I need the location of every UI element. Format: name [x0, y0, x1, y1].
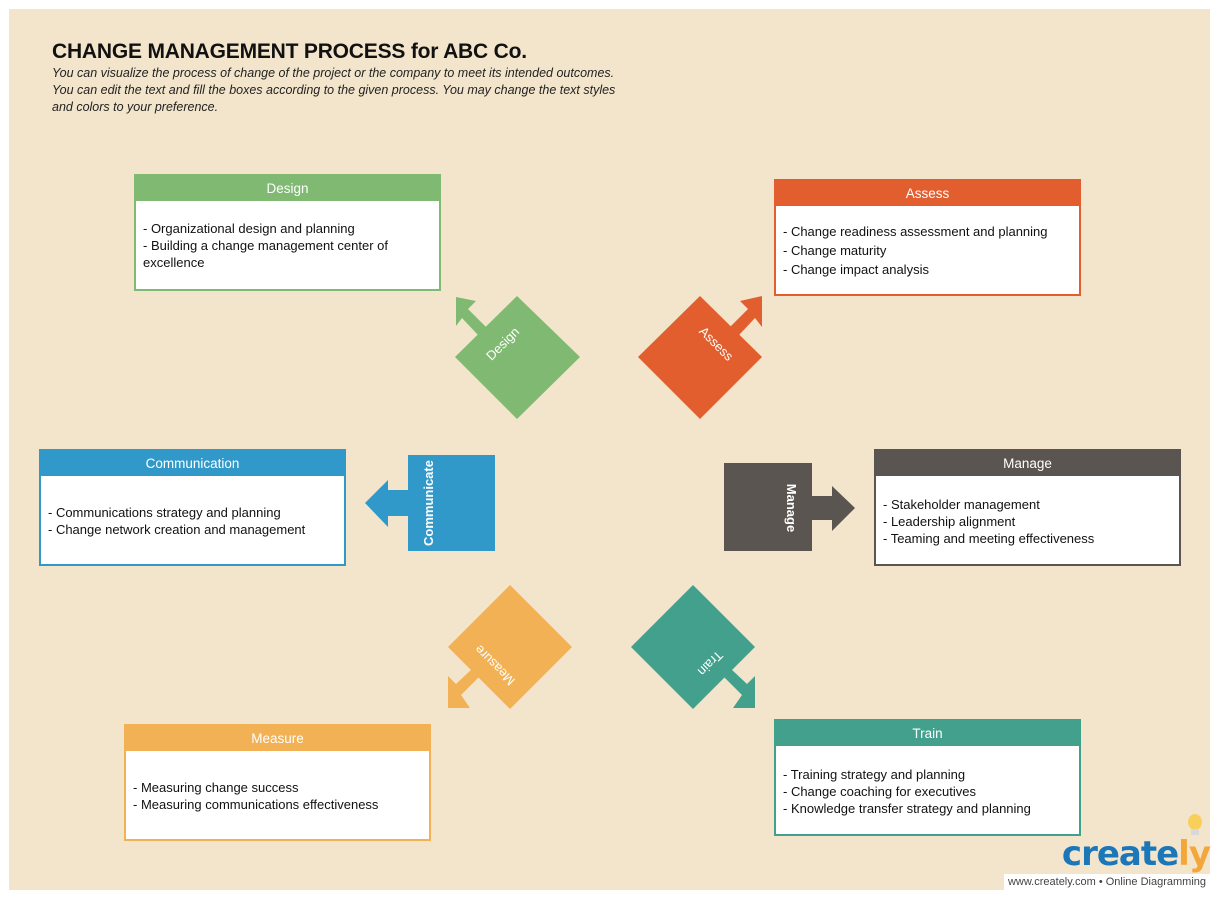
communicate-arrow-icon — [365, 480, 408, 527]
measure-card-title: Measure — [126, 726, 429, 751]
list-item: - Change impact analysis — [783, 262, 929, 277]
train-arrow-icon — [724, 669, 755, 708]
list-item: - Knowledge transfer strategy and planni… — [783, 801, 1031, 816]
list-item: - Change maturity — [783, 243, 887, 258]
measure-card[interactable]: Measure - Measuring change success - Mea… — [124, 724, 431, 841]
list-item: - Training strategy and planning — [783, 767, 966, 782]
manage-arrow-icon — [812, 486, 855, 531]
list-item: - Stakeholder management — [883, 497, 1040, 512]
manage-card-title: Manage — [876, 451, 1179, 476]
assess-arrow-icon — [730, 296, 762, 335]
list-item: - Measuring communications effectiveness — [133, 797, 379, 812]
train-shape[interactable]: Train — [631, 585, 755, 709]
list-item: - Communications strategy and planning — [48, 505, 281, 520]
train-card-title: Train — [776, 721, 1079, 746]
list-item: - Change coaching for executives — [783, 784, 976, 799]
communication-card-title: Communication — [41, 451, 344, 476]
logo-wordmark: creately — [1061, 834, 1211, 874]
measure-diamond — [448, 585, 572, 709]
list-item: - Measuring change success — [133, 780, 299, 795]
list-item: - Change network creation and management — [48, 522, 306, 537]
train-card-list: - Training strategy and planning - Chang… — [776, 746, 1079, 817]
communication-card[interactable]: Communication - Communications strategy … — [39, 449, 346, 566]
manage-card-list: - Stakeholder management - Leadership al… — [876, 476, 1179, 547]
design-card[interactable]: Design - Organizational design and plann… — [134, 174, 441, 291]
list-item: - Organizational design and planning — [143, 221, 355, 236]
manage-card[interactable]: Manage - Stakeholder management - Leader… — [874, 449, 1181, 566]
design-diamond — [455, 296, 580, 419]
manage-shape[interactable]: Manage — [724, 463, 855, 551]
measure-shape[interactable]: Measure — [448, 585, 572, 709]
communicate-shape-label: Communicate — [421, 460, 436, 546]
assess-card[interactable]: Assess - Change readiness assessment and… — [774, 179, 1081, 296]
train-card[interactable]: Train - Training strategy and planning -… — [774, 719, 1081, 836]
design-arrow-icon — [456, 297, 486, 335]
design-card-title: Design — [136, 176, 439, 201]
list-item: - Teaming and meeting effectiveness — [883, 531, 1095, 546]
measure-arrow-icon — [448, 669, 479, 708]
measure-card-list: - Measuring change success - Measuring c… — [126, 751, 429, 813]
manage-shape-label: Manage — [784, 484, 799, 532]
logo-tagline: www.creately.com • Online Diagramming — [1003, 874, 1210, 890]
train-diamond — [631, 585, 755, 709]
list-item: - Leadership alignment — [883, 514, 1016, 529]
design-card-list: - Organizational design and planning - B… — [136, 201, 439, 271]
assess-card-list: - Change readiness assessment and planni… — [776, 206, 1079, 279]
list-item: - Building a change management center of… — [143, 238, 388, 270]
design-shape[interactable]: Design — [455, 296, 580, 419]
communication-card-list: - Communications strategy and planning -… — [41, 476, 344, 538]
communicate-shape[interactable]: Communicate — [365, 455, 495, 551]
list-item: - Change readiness assessment and planni… — [783, 224, 1048, 239]
lightbulb-icon — [1188, 814, 1202, 835]
logo-brand-tail: ly — [1178, 834, 1211, 874]
logo-brand-main: create — [1061, 834, 1179, 874]
creately-logo[interactable]: creately www.creately.com • Online Diagr… — [1003, 814, 1211, 890]
assess-card-title: Assess — [776, 181, 1079, 206]
assess-shape[interactable]: Assess — [638, 296, 762, 419]
